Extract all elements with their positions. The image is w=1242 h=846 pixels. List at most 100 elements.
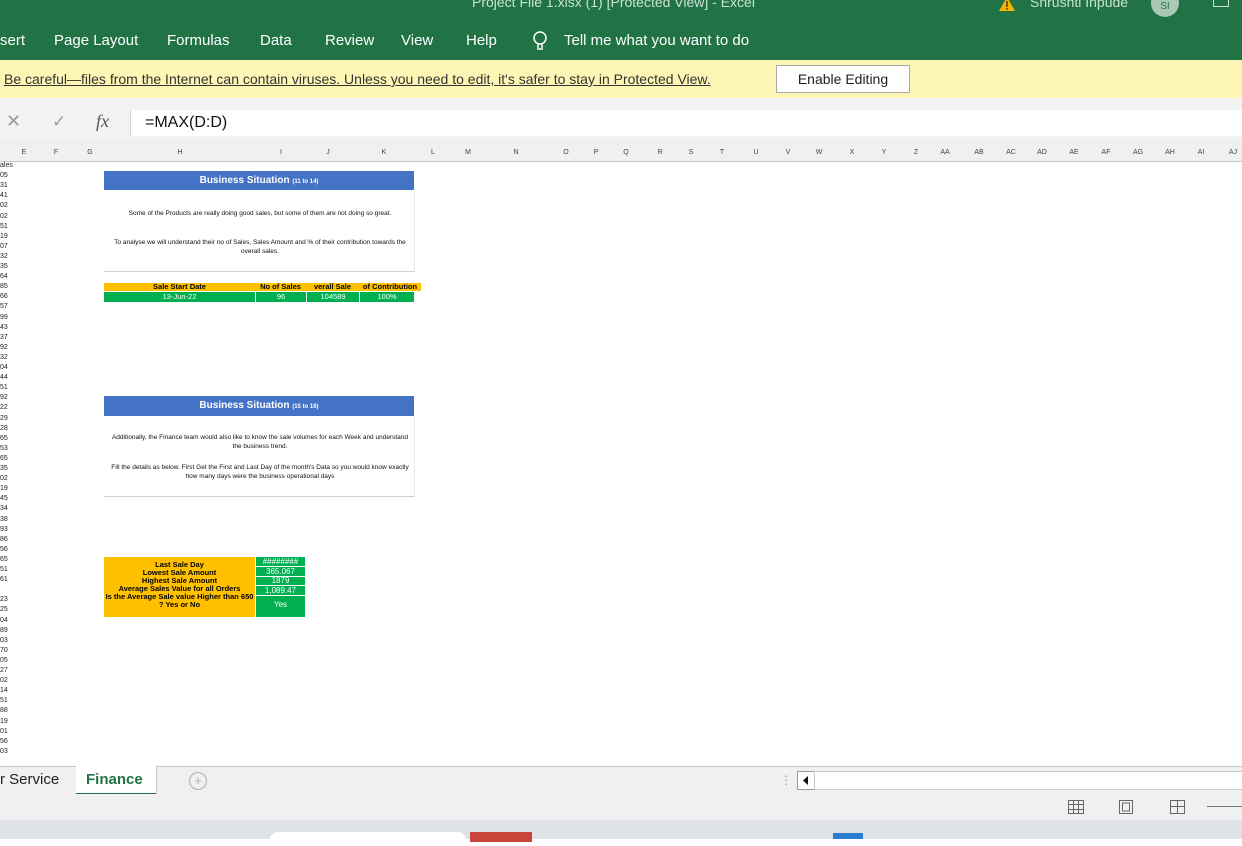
formula-input[interactable]: =MAX(D:D)	[130, 110, 1242, 136]
row-number[interactable]: 41	[0, 192, 8, 199]
row-number[interactable]: 07	[0, 243, 8, 250]
row-number[interactable]: 99	[0, 314, 8, 321]
row-number[interactable]: 25	[0, 606, 8, 613]
row-number[interactable]: 45	[0, 495, 8, 502]
col-header[interactable]: X	[850, 149, 855, 156]
col-header[interactable]: AG	[1133, 149, 1143, 156]
col-header[interactable]: AJ	[1229, 149, 1237, 156]
table-cell[interactable]: 96	[256, 292, 306, 302]
row-number[interactable]: 57	[0, 303, 8, 310]
col-header[interactable]: AH	[1165, 149, 1175, 156]
col-header[interactable]: AA	[940, 149, 949, 156]
row-number[interactable]: 35	[0, 263, 8, 270]
row-number[interactable]: 29	[0, 415, 8, 422]
taskbar-search-box[interactable]	[270, 832, 466, 846]
row-number[interactable]: 32	[0, 354, 8, 361]
col-header[interactable]: G	[87, 149, 92, 156]
row-number[interactable]: 05	[0, 657, 8, 664]
col-header[interactable]: Z	[914, 149, 918, 156]
row-number[interactable]: 65	[0, 455, 8, 462]
table-cell[interactable]: 13-Jun-22	[104, 292, 255, 302]
row-number[interactable]: 66	[0, 293, 8, 300]
col-header[interactable]: E	[22, 149, 27, 156]
enter-icon[interactable]: ✓	[52, 112, 66, 132]
summary-value[interactable]: 1879	[256, 577, 305, 586]
tab-page-layout[interactable]: Page Layout	[54, 32, 138, 49]
summary-label[interactable]: Is the Average Sale value Higher than 65…	[104, 593, 255, 609]
zoom-slider[interactable]	[1207, 806, 1242, 807]
col-header[interactable]: S	[689, 149, 694, 156]
row-number[interactable]: 27	[0, 667, 8, 674]
row-number[interactable]: 19	[0, 233, 8, 240]
row-number[interactable]: 56	[0, 738, 8, 745]
row-number[interactable]: 38	[0, 516, 8, 523]
protected-view-message[interactable]: Be careful—files from the Internet can c…	[4, 71, 711, 87]
col-header[interactable]: M	[465, 149, 471, 156]
col-header[interactable]: N	[513, 149, 518, 156]
row-number[interactable]: 02	[0, 202, 8, 209]
row-number[interactable]: 51	[0, 223, 8, 230]
table-header-no-of-sales[interactable]: No of Sales	[255, 283, 306, 291]
row-number[interactable]: 93	[0, 526, 8, 533]
tab-view[interactable]: View	[401, 32, 433, 49]
enable-editing-button[interactable]: Enable Editing	[776, 65, 910, 93]
summary-value[interactable]: 1,089.47	[256, 586, 305, 596]
col-header[interactable]: AE	[1069, 149, 1078, 156]
row-number[interactable]: 32	[0, 253, 8, 260]
row-number[interactable]: 53	[0, 445, 8, 452]
row-number[interactable]: 92	[0, 394, 8, 401]
col-header[interactable]: P	[594, 149, 599, 156]
horizontal-scrollbar[interactable]	[814, 771, 1242, 790]
taskbar-app-icon[interactable]	[470, 832, 532, 842]
col-header[interactable]: T	[720, 149, 724, 156]
sheet-tab-service[interactable]: r Service	[0, 771, 59, 788]
row-number[interactable]: 31	[0, 182, 8, 189]
col-header[interactable]: Q	[623, 149, 628, 156]
col-header[interactable]: Y	[882, 149, 887, 156]
user-name[interactable]: Shrushti Inpude	[1030, 0, 1128, 10]
row-number[interactable]: 56	[0, 546, 8, 553]
col-header[interactable]: AI	[1198, 149, 1205, 156]
row-number[interactable]: 43	[0, 324, 8, 331]
table-header-start-date[interactable]: Sale Start Date	[104, 283, 255, 291]
splitter-handle-icon[interactable]: ⋮	[780, 773, 792, 787]
col-header[interactable]: F	[54, 149, 58, 156]
row-number[interactable]: 02	[0, 475, 8, 482]
taskbar-app-icon[interactable]	[833, 833, 863, 839]
row-number[interactable]: 64	[0, 273, 8, 280]
row-number[interactable]: 89	[0, 627, 8, 634]
row-number[interactable]: 03	[0, 637, 8, 644]
col-header[interactable]: H	[177, 149, 182, 156]
row-number[interactable]: 65	[0, 435, 8, 442]
row-number[interactable]: 37	[0, 334, 8, 341]
row-number[interactable]: 92	[0, 344, 8, 351]
col-header[interactable]: AC	[1006, 149, 1016, 156]
row-number[interactable]: 51	[0, 384, 8, 391]
normal-view-icon[interactable]	[1068, 800, 1084, 814]
row-number[interactable]: 03	[0, 748, 8, 755]
row-number[interactable]: 28	[0, 425, 8, 432]
row-number[interactable]: 86	[0, 536, 8, 543]
scroll-left-button[interactable]	[797, 771, 815, 790]
row-number[interactable]: 14	[0, 687, 8, 694]
table-header-overall-sale[interactable]: verall Sale	[306, 283, 359, 291]
row-number[interactable]: 51	[0, 566, 8, 573]
tab-data[interactable]: Data	[260, 32, 292, 49]
row-number[interactable]: ales	[0, 162, 13, 169]
row-number[interactable]: 51	[0, 697, 8, 704]
row-number[interactable]: 22	[0, 404, 8, 411]
ribbon-display-options-icon[interactable]	[1213, 0, 1229, 7]
sheet-tab-finance[interactable]: Finance	[76, 766, 156, 795]
summary-value[interactable]: ########	[256, 557, 305, 567]
row-number[interactable]: 04	[0, 617, 8, 624]
col-header[interactable]: U	[753, 149, 758, 156]
row-number[interactable]: 61	[0, 576, 8, 583]
col-header[interactable]: O	[563, 149, 568, 156]
page-break-preview-icon[interactable]	[1170, 800, 1185, 814]
warning-icon[interactable]	[998, 0, 1016, 12]
col-header[interactable]: V	[786, 149, 791, 156]
row-number[interactable]: 02	[0, 213, 8, 220]
summary-value[interactable]: Yes	[256, 596, 305, 618]
tell-me-search[interactable]: Tell me what you want to do	[564, 32, 749, 49]
row-number[interactable]: 02	[0, 677, 8, 684]
